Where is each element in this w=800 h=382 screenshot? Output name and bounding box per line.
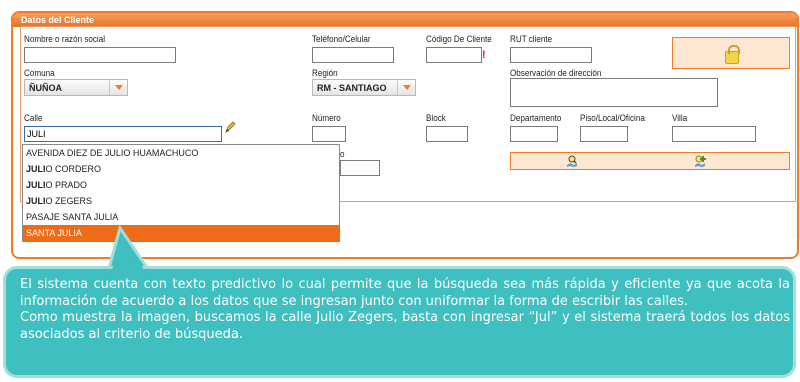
callout-paragraph-1: El sistema cuenta con texto predictivo l… (20, 277, 790, 309)
autocomplete-item[interactable]: JULIO CORDERO (23, 161, 339, 177)
departamento-input[interactable] (510, 126, 558, 142)
comuna-select[interactable]: ÑUÑOA (24, 79, 128, 96)
autocomplete-item[interactable]: AVENIDA DIEZ DE JULIO HUAMACHUCO (23, 145, 339, 161)
block-input[interactable] (426, 126, 468, 142)
region-select[interactable]: RM - SANTIAGO (312, 79, 416, 96)
block-label: Block (426, 113, 446, 123)
codigo-label: Código De Cliente (426, 34, 492, 44)
autocomplete-item[interactable]: JULIO ZEGERS (23, 193, 339, 209)
pencil-icon[interactable] (224, 121, 236, 134)
comuna-value: ÑUÑOA (29, 83, 62, 93)
numero-input[interactable] (312, 126, 346, 142)
autocomplete-list: AVENIDA DIEZ DE JULIO HUAMACHUCO JULIO C… (22, 144, 340, 242)
comuna-label: Comuna (24, 68, 55, 78)
autocomplete-item[interactable]: JULIO PRADO (23, 177, 339, 193)
lock-button[interactable] (672, 37, 790, 69)
info-callout: El sistema cuenta con texto predictivo l… (3, 266, 796, 378)
telefono-input[interactable] (312, 47, 394, 63)
callout-paragraph-2: Como muestra la imagen, buscamos la call… (20, 310, 790, 342)
calle-label: Calle (24, 113, 43, 123)
observacion-textarea[interactable] (510, 78, 718, 107)
piso-input[interactable] (580, 126, 628, 142)
numero-label: Número (312, 113, 341, 123)
villa-input[interactable] (672, 126, 756, 142)
required-indicator: ! (482, 49, 486, 61)
calle-input[interactable] (24, 126, 222, 142)
villa-label: Villa (672, 113, 688, 123)
chevron-down-icon (109, 80, 127, 95)
nombre-input[interactable] (24, 47, 176, 63)
autocomplete-item[interactable]: PASAJE SANTA JULIA (23, 209, 339, 225)
panel-header: Datos del Cliente (13, 13, 797, 27)
search-map-icon[interactable] (566, 154, 578, 167)
hidden-label: o (340, 149, 345, 159)
callout-text: El sistema cuenta con texto predictivo l… (20, 277, 790, 343)
codigo-input[interactable] (426, 47, 482, 63)
add-location-icon[interactable] (694, 154, 706, 167)
telefono-label: Teléfono/Celular (312, 34, 371, 44)
region-label: Región (312, 68, 338, 78)
hidden-input[interactable] (340, 160, 380, 176)
observacion-label: Observación de dirección (510, 68, 602, 78)
departamento-label: Departamento (510, 113, 562, 123)
autocomplete-item-selected[interactable]: SANTA JULIA (23, 225, 339, 241)
nombre-label: Nombre o razón social (24, 34, 106, 44)
rut-label: RUT cliente (510, 34, 553, 44)
piso-label: Piso/Local/Oficina (580, 113, 645, 123)
region-value: RM - SANTIAGO (317, 83, 387, 93)
rut-input[interactable] (510, 47, 592, 63)
lock-icon (725, 45, 740, 64)
address-actions-bar (510, 152, 790, 170)
panel-title: Datos del Cliente (21, 15, 95, 25)
chevron-down-icon (397, 80, 415, 95)
